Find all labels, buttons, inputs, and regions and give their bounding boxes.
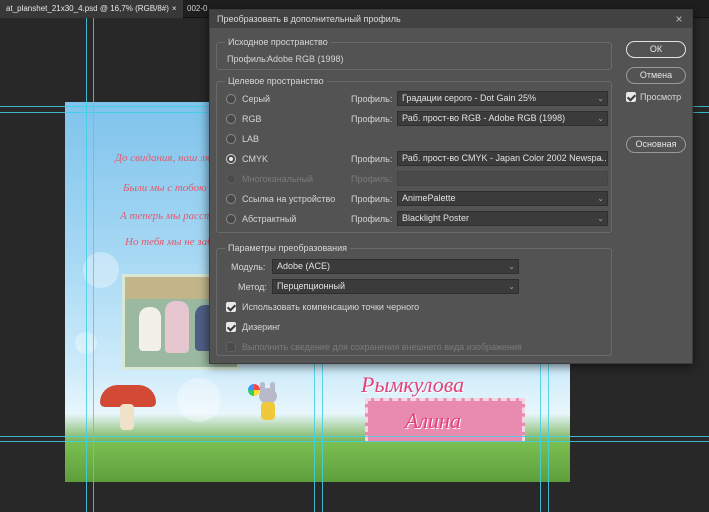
gray-profile-select[interactable]: Градации серого - Dot Gain 25% ⌄ — [397, 91, 608, 106]
convert-to-profile-dialog: Преобразовать в дополнительный профиль ×… — [209, 9, 693, 364]
device-link-profile-label: Профиль: — [351, 194, 393, 204]
chevron-down-icon: ⌄ — [508, 262, 515, 271]
source-space-group: Исходное пространство Профиль: Adobe RGB… — [216, 36, 612, 70]
chevron-down-icon: ⌄ — [597, 94, 604, 103]
black-point-label: Использовать компенсацию точки черного — [242, 302, 420, 312]
grass-decoration — [65, 442, 570, 482]
flatten-label: Выполнить сведение для сохранения внешне… — [242, 342, 522, 352]
rgb-profile-label: Профиль: — [351, 114, 393, 124]
cancel-button[interactable]: Отмена — [626, 67, 686, 84]
chevron-down-icon: ⌄ — [597, 114, 604, 123]
rgb-profile-value: Раб. прост-во RGB - Adobe RGB (1998) — [402, 113, 566, 123]
cmyk-profile-label: Профиль: — [351, 154, 393, 164]
guide-line[interactable] — [93, 18, 94, 512]
gray-profile-label: Профиль: — [351, 94, 393, 104]
flatten-checkbox — [226, 342, 236, 352]
method-value: Перцепционный — [277, 281, 346, 291]
abstract-profile-label: Профиль: — [351, 214, 393, 224]
device-link-profile-value: AnimePalette — [402, 193, 456, 203]
conversion-options-label: Параметры преобразования — [225, 242, 351, 254]
radio-gray[interactable] — [226, 94, 236, 104]
preview-label: Просмотр — [640, 92, 682, 102]
cmyk-profile-value: Раб. прост-во CMYK - Japan Color 2002 Ne… — [402, 153, 608, 163]
preview-checkbox[interactable] — [626, 92, 636, 102]
source-space-label: Исходное пространство — [225, 36, 331, 48]
name-line: Рымкулова — [361, 372, 465, 397]
radio-multichannel-label: Многоканальный — [242, 174, 314, 184]
guide-line[interactable] — [0, 436, 709, 437]
source-profile-label: Профиль: — [227, 54, 269, 64]
radio-rgb-label: RGB — [242, 114, 262, 124]
mushroom-stem-decoration — [120, 404, 134, 430]
ok-button[interactable]: ОК — [626, 41, 686, 58]
rgb-profile-select[interactable]: Раб. прост-во RGB - Adobe RGB (1998) ⌄ — [397, 111, 608, 126]
guide-line[interactable] — [86, 18, 87, 512]
method-label: Метод: — [238, 282, 267, 292]
target-space-label: Целевое пространство — [225, 75, 327, 87]
document-tab-label: at_planshet_21x30_4.psd @ 16,7% (RGB/8#) — [6, 4, 169, 13]
radio-abstract-label: Абстрактный — [242, 214, 297, 224]
device-link-profile-select[interactable]: AnimePalette ⌄ — [397, 191, 608, 206]
radio-cmyk[interactable] — [226, 154, 236, 164]
target-space-group: Целевое пространство Серый Профиль: Град… — [216, 75, 612, 233]
close-icon[interactable]: × — [672, 12, 686, 26]
radio-lab-label: LAB — [242, 134, 260, 144]
bubble-decoration — [177, 378, 221, 422]
radio-device-link[interactable] — [226, 194, 236, 204]
module-select[interactable]: Adobe (ACE) ⌄ — [272, 259, 519, 274]
chevron-down-icon: ⌄ — [597, 214, 604, 223]
close-tab-icon[interactable]: × — [172, 4, 177, 13]
conversion-options-group: Параметры преобразования Модуль: Adobe (… — [216, 242, 612, 356]
method-select[interactable]: Перцепционный ⌄ — [272, 279, 519, 294]
dialog-title-bar[interactable]: Преобразовать в дополнительный профиль × — [210, 10, 692, 28]
multichannel-profile-label: Профиль: — [351, 174, 393, 184]
radio-cmyk-label: CMYK — [242, 154, 269, 164]
chevron-down-icon: ⌄ — [597, 154, 604, 163]
dither-checkbox[interactable] — [226, 322, 236, 332]
document-tab-active[interactable]: at_planshet_21x30_4.psd @ 16,7% (RGB/8#)… — [0, 0, 183, 18]
abstract-profile-value: Blacklight Poster — [402, 213, 470, 223]
radio-rgb[interactable] — [226, 114, 236, 124]
chevron-down-icon: ⌄ — [508, 282, 515, 291]
source-profile-value: Adobe RGB (1998) — [267, 54, 344, 64]
bubble-decoration — [83, 252, 119, 288]
module-label: Модуль: — [231, 262, 266, 272]
radio-abstract[interactable] — [226, 214, 236, 224]
basic-button[interactable]: Основная — [626, 136, 686, 153]
black-point-checkbox[interactable] — [226, 302, 236, 312]
multichannel-profile-select — [397, 171, 608, 186]
module-value: Adobe (ACE) — [277, 261, 331, 271]
abstract-profile-select[interactable]: Blacklight Poster ⌄ — [397, 211, 608, 226]
guide-line[interactable] — [0, 441, 709, 442]
chevron-down-icon: ⌄ — [597, 194, 604, 203]
radio-device-link-label: Ссылка на устройство — [242, 194, 336, 204]
dither-label: Дизеринг — [242, 322, 281, 332]
document-tab-label: 002-0 — [187, 4, 208, 13]
dialog-title: Преобразовать в дополнительный профиль — [217, 14, 401, 24]
radio-lab[interactable] — [226, 134, 236, 144]
radio-gray-label: Серый — [242, 94, 271, 104]
gray-profile-value: Градации серого - Dot Gain 25% — [402, 93, 536, 103]
name-line: Алина — [405, 408, 461, 433]
radio-multichannel — [226, 174, 236, 184]
bunny-decoration — [253, 382, 283, 430]
cmyk-profile-select[interactable]: Раб. прост-во CMYK - Japan Color 2002 Ne… — [397, 151, 608, 166]
